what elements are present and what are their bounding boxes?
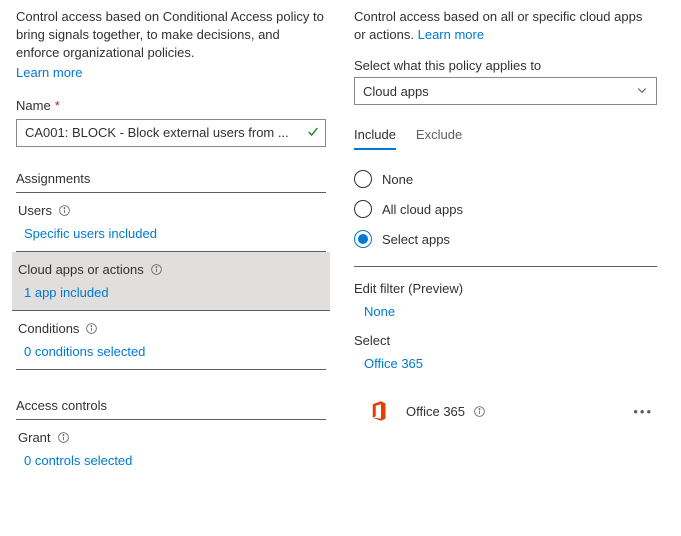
grant-label: Grant bbox=[18, 430, 51, 445]
conditions-value[interactable]: 0 conditions selected bbox=[18, 344, 324, 359]
radio-all-cloud-apps[interactable]: All cloud apps bbox=[354, 194, 657, 224]
include-exclude-tabs: Include Exclude bbox=[354, 127, 657, 150]
learn-more-link-right[interactable]: Learn more bbox=[418, 27, 484, 42]
office-365-icon bbox=[364, 397, 392, 425]
radio-all-label: All cloud apps bbox=[382, 202, 463, 217]
access-controls-header: Access controls bbox=[16, 398, 326, 420]
select-section: Select Office 365 bbox=[354, 333, 657, 371]
radio-select-apps[interactable]: Select apps bbox=[354, 224, 657, 254]
required-asterisk: * bbox=[55, 98, 60, 113]
applies-to-dropdown[interactable]: Cloud apps bbox=[354, 77, 657, 105]
radio-icon bbox=[354, 170, 372, 188]
cloud-apps-description: Control access based on all or specific … bbox=[354, 8, 657, 44]
info-icon[interactable] bbox=[58, 204, 71, 217]
info-icon[interactable] bbox=[150, 263, 163, 276]
info-icon[interactable] bbox=[57, 431, 70, 444]
cloud-apps-row[interactable]: Cloud apps or actions 1 app included bbox=[12, 252, 330, 311]
app-name-text: Office 365 bbox=[406, 404, 465, 419]
users-value[interactable]: Specific users included bbox=[18, 226, 324, 241]
tab-exclude[interactable]: Exclude bbox=[416, 127, 462, 150]
cloud-apps-label: Cloud apps or actions bbox=[18, 262, 144, 277]
apps-radio-group: None All cloud apps Select apps bbox=[354, 164, 657, 267]
tab-include[interactable]: Include bbox=[354, 127, 396, 150]
name-label-text: Name bbox=[16, 98, 51, 113]
cloud-apps-description-text: Control access based on all or specific … bbox=[354, 9, 642, 42]
name-field-label: Name * bbox=[16, 98, 326, 113]
conditions-label: Conditions bbox=[18, 321, 79, 336]
name-input[interactable] bbox=[16, 119, 326, 147]
radio-icon bbox=[354, 200, 372, 218]
app-name-wrap: Office 365 bbox=[406, 404, 615, 419]
users-label: Users bbox=[18, 203, 52, 218]
conditions-row[interactable]: Conditions 0 conditions selected bbox=[16, 311, 326, 370]
chevron-down-icon bbox=[636, 84, 648, 99]
radio-none-label: None bbox=[382, 172, 413, 187]
right-panel: Control access based on all or specific … bbox=[342, 0, 681, 536]
select-value[interactable]: Office 365 bbox=[354, 356, 657, 371]
info-icon[interactable] bbox=[85, 322, 98, 335]
applies-to-value: Cloud apps bbox=[363, 84, 429, 99]
radio-select-label: Select apps bbox=[382, 232, 450, 247]
grant-row[interactable]: Grant 0 controls selected bbox=[16, 420, 326, 478]
check-icon bbox=[306, 124, 320, 141]
select-label: Select bbox=[354, 333, 657, 348]
learn-more-link-left[interactable]: Learn more bbox=[16, 65, 82, 80]
edit-filter-label: Edit filter (Preview) bbox=[354, 281, 657, 296]
applies-to-label: Select what this policy applies to bbox=[354, 58, 657, 73]
name-input-wrap bbox=[16, 119, 326, 147]
info-icon[interactable] bbox=[473, 405, 486, 418]
assignments-header: Assignments bbox=[16, 171, 326, 193]
selected-apps-list: Office 365 ••• bbox=[354, 391, 657, 431]
policy-description: Control access based on Conditional Acce… bbox=[16, 8, 326, 63]
more-options-icon[interactable]: ••• bbox=[629, 404, 657, 419]
radio-none[interactable]: None bbox=[354, 164, 657, 194]
app-row-office365: Office 365 ••• bbox=[364, 391, 657, 431]
grant-value[interactable]: 0 controls selected bbox=[18, 453, 324, 468]
users-row[interactable]: Users Specific users included bbox=[16, 193, 326, 252]
radio-icon bbox=[354, 230, 372, 248]
cloud-apps-value[interactable]: 1 app included bbox=[18, 285, 324, 300]
edit-filter-value[interactable]: None bbox=[354, 304, 657, 319]
left-panel: Control access based on Conditional Acce… bbox=[0, 0, 342, 536]
edit-filter-section: Edit filter (Preview) None bbox=[354, 281, 657, 319]
